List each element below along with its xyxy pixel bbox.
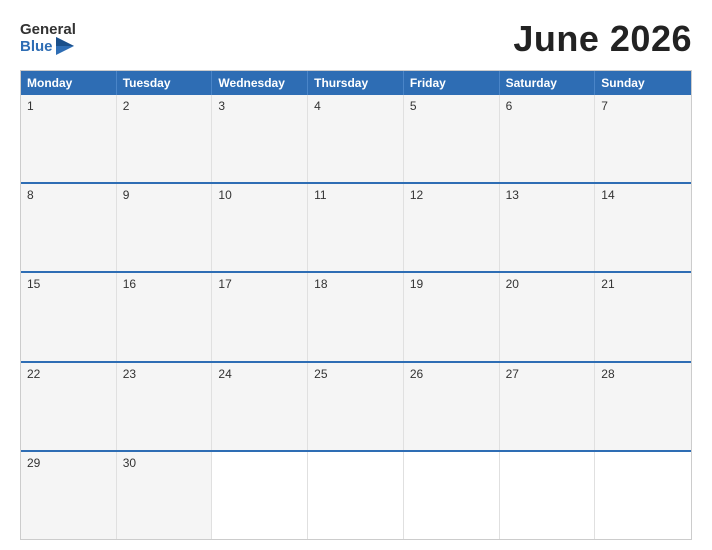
- calendar-weeks: 1 2 3 4 5 6 7 8 9 10 11 12 13 14 15 16: [21, 95, 691, 539]
- day-empty-3: [404, 452, 500, 539]
- header-saturday: Saturday: [500, 71, 596, 95]
- header-wednesday: Wednesday: [212, 71, 308, 95]
- week-row-1: 1 2 3 4 5 6 7: [21, 95, 691, 182]
- calendar-headers: Monday Tuesday Wednesday Thursday Friday…: [21, 71, 691, 95]
- day-empty-1: [212, 452, 308, 539]
- day-24: 24: [212, 363, 308, 450]
- day-3: 3: [212, 95, 308, 182]
- day-7: 7: [595, 95, 691, 182]
- day-1: 1: [21, 95, 117, 182]
- page-header: General Blue June 2026: [20, 18, 692, 60]
- day-22: 22: [21, 363, 117, 450]
- day-empty-4: [500, 452, 596, 539]
- day-9: 9: [117, 184, 213, 271]
- day-12: 12: [404, 184, 500, 271]
- day-16: 16: [117, 273, 213, 360]
- day-23: 23: [117, 363, 213, 450]
- day-6: 6: [500, 95, 596, 182]
- week-row-4: 22 23 24 25 26 27 28: [21, 361, 691, 450]
- day-2: 2: [117, 95, 213, 182]
- logo: General Blue: [20, 22, 76, 57]
- header-sunday: Sunday: [595, 71, 691, 95]
- day-empty-5: [595, 452, 691, 539]
- week-row-3: 15 16 17 18 19 20 21: [21, 271, 691, 360]
- header-monday: Monday: [21, 71, 117, 95]
- day-26: 26: [404, 363, 500, 450]
- logo-blue-text: Blue: [20, 39, 53, 54]
- day-10: 10: [212, 184, 308, 271]
- day-8: 8: [21, 184, 117, 271]
- calendar-grid: Monday Tuesday Wednesday Thursday Friday…: [20, 70, 692, 540]
- header-tuesday: Tuesday: [117, 71, 213, 95]
- day-28: 28: [595, 363, 691, 450]
- page-title: June 2026: [513, 18, 692, 60]
- logo-general-text: General: [20, 22, 76, 37]
- day-19: 19: [404, 273, 500, 360]
- day-20: 20: [500, 273, 596, 360]
- day-empty-2: [308, 452, 404, 539]
- day-14: 14: [595, 184, 691, 271]
- week-row-5: 29 30: [21, 450, 691, 539]
- day-15: 15: [21, 273, 117, 360]
- day-18: 18: [308, 273, 404, 360]
- week-row-2: 8 9 10 11 12 13 14: [21, 182, 691, 271]
- day-29: 29: [21, 452, 117, 539]
- day-4: 4: [308, 95, 404, 182]
- day-13: 13: [500, 184, 596, 271]
- day-27: 27: [500, 363, 596, 450]
- day-17: 17: [212, 273, 308, 360]
- header-thursday: Thursday: [308, 71, 404, 95]
- day-11: 11: [308, 184, 404, 271]
- day-5: 5: [404, 95, 500, 182]
- header-friday: Friday: [404, 71, 500, 95]
- logo-flag-icon: [56, 37, 74, 55]
- day-30: 30: [117, 452, 213, 539]
- day-21: 21: [595, 273, 691, 360]
- calendar-page: General Blue June 2026 Monday Tuesday We…: [0, 0, 712, 550]
- day-25: 25: [308, 363, 404, 450]
